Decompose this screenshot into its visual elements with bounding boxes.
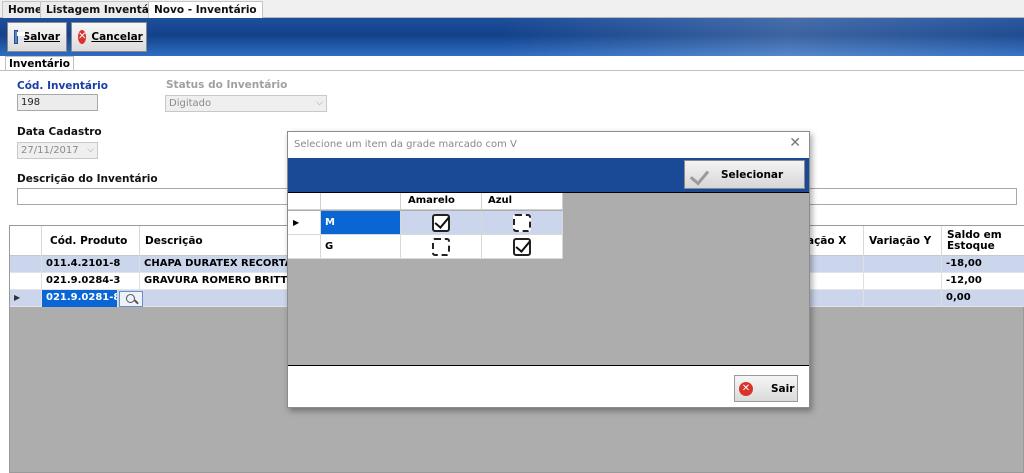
tab-novo-inventario[interactable]: Novo - Inventário [148, 1, 263, 19]
exit-icon: ✕ [739, 381, 753, 396]
data-cadastro-field[interactable]: 27/11/2017 ⌵ [17, 142, 98, 159]
toolbar: Salvar ✕ Cancelar [0, 18, 1024, 56]
save-button[interactable]: Salvar [7, 22, 67, 52]
grade-selection-dialog: Selecione um item da grade marcado com V… [287, 131, 810, 408]
grade-row[interactable]: G [288, 235, 563, 259]
cell-cod-produto[interactable]: 011.4.2101-8 [42, 256, 140, 273]
tab-inventario[interactable]: Inventário [5, 56, 74, 71]
toolbar-decoration [504, 18, 1024, 56]
cell-variacao-y[interactable] [864, 290, 942, 307]
data-cadastro-label: Data Cadastro [17, 126, 102, 138]
status-inventario-value: Digitado [169, 98, 212, 109]
sair-button-label: Sair [771, 382, 795, 395]
save-button-label: Salvar [22, 31, 60, 43]
lookup-search-icon[interactable] [119, 291, 143, 307]
cancel-button-label: Cancelar [91, 31, 143, 43]
cod-inventario-field[interactable]: 198 [17, 94, 98, 111]
grade-row-label[interactable]: M [321, 211, 401, 235]
col-azul[interactable]: Azul [482, 193, 563, 210]
cell-variacao-x[interactable] [802, 290, 864, 307]
chevron-down-icon: ⌵ [316, 98, 323, 108]
row-indicator [10, 273, 42, 290]
row-indicator [10, 256, 42, 273]
data-cadastro-value: 27/11/2017 [21, 145, 79, 156]
dialog-toolbar: Selecionar [288, 158, 809, 192]
grade-row[interactable]: ▶ M [288, 211, 563, 235]
tab-divider [0, 70, 1024, 71]
col-saldo-estoque[interactable]: Saldo em Estoque [942, 226, 1024, 256]
cell-azul[interactable] [482, 235, 563, 259]
col-amarelo[interactable]: Amarelo [401, 193, 482, 210]
checkbox-checked[interactable] [432, 214, 450, 232]
cancel-button[interactable]: ✕ Cancelar [71, 22, 147, 52]
cell-cod-produto-editing[interactable]: 021.9.0281-8 [42, 290, 118, 307]
descricao-inventario-label: Descrição do Inventário [17, 173, 158, 185]
status-inventario-label: Status do Inventário [166, 79, 288, 91]
checkbox-unchecked[interactable] [432, 238, 450, 256]
checkbox-checked[interactable] [513, 238, 531, 256]
cell-saldo[interactable]: -12,00 [942, 273, 1024, 290]
dialog-title: Selecione um item da grade marcado com V [294, 139, 517, 150]
grade-label-header [321, 193, 401, 210]
cell-saldo[interactable]: -18,00 [942, 256, 1024, 273]
cell-variacao-y[interactable] [864, 273, 942, 290]
cell-variacao-y[interactable] [864, 256, 942, 273]
selecionar-button[interactable]: Selecionar [684, 160, 805, 189]
top-tab-bar: Home Listagem Inventário Novo - Inventár… [0, 0, 1024, 19]
cancel-icon: ✕ [78, 30, 87, 44]
cell-amarelo[interactable] [401, 211, 482, 235]
current-row-arrow-icon: ▶ [293, 218, 300, 227]
row-indicator: ▶ [288, 211, 321, 235]
row-indicator [288, 235, 321, 259]
chevron-down-icon: ⌵ [87, 145, 94, 155]
cell-saldo[interactable]: 0,00 [942, 290, 1024, 307]
current-row-arrow-icon: ▶ [14, 293, 21, 302]
check-icon [691, 165, 711, 185]
cell-variacao-x[interactable] [802, 273, 864, 290]
cell-cod-produto[interactable]: 021.9.0284-3 [42, 273, 140, 290]
selecionar-button-label: Selecionar [721, 168, 784, 181]
checkbox-unchecked[interactable] [513, 214, 531, 232]
grade-indicator-header [288, 193, 321, 210]
cod-inventario-label: Cód. Inventário [17, 80, 108, 92]
col-variacao-y[interactable]: Variação Y [864, 226, 942, 256]
cell-azul[interactable] [482, 211, 563, 235]
col-cod-produto[interactable]: Cód. Produto [42, 226, 140, 256]
close-icon[interactable]: ✕ [789, 135, 801, 151]
cell-variacao-x[interactable] [802, 256, 864, 273]
status-inventario-select[interactable]: Digitado ⌵ [165, 95, 327, 112]
grade-grid: Amarelo Azul ▶ M G [288, 192, 809, 366]
dialog-footer: ✕ Sair [288, 367, 809, 407]
col-variacao-x[interactable]: ação X [802, 226, 864, 256]
row-indicator-header [10, 226, 42, 256]
save-icon [14, 30, 25, 44]
row-indicator: ▶ [10, 290, 42, 307]
grade-row-label[interactable]: G [321, 235, 401, 259]
cell-amarelo[interactable] [401, 235, 482, 259]
sair-button[interactable]: ✕ Sair [734, 375, 798, 402]
